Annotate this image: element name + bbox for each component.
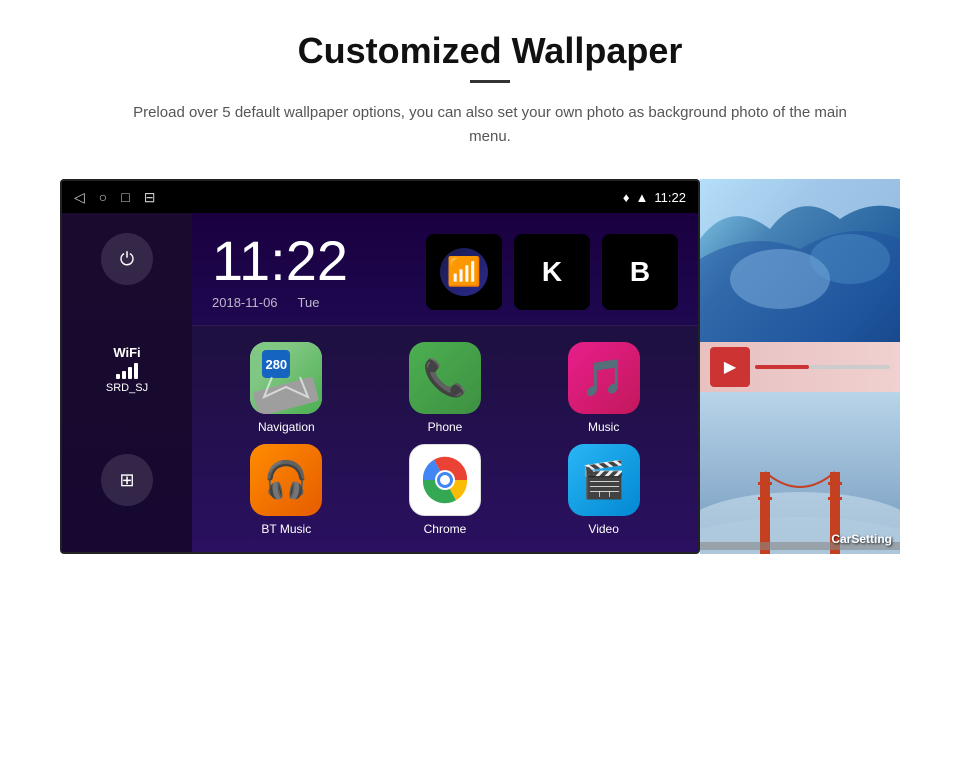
wifi-bar-4 — [134, 363, 138, 379]
status-bar-right: ♦ ▲ 11:22 — [623, 190, 686, 205]
app-bt-music[interactable]: 🎧 BT Music — [212, 444, 361, 536]
ice-wallpaper-bg — [700, 179, 900, 342]
bt-icon: 🎧 — [250, 444, 322, 516]
k-widget[interactable]: K — [514, 234, 590, 310]
wifi-bars — [116, 363, 138, 379]
bt-label: BT Music — [261, 522, 311, 536]
wallpaper-ice[interactable] — [700, 179, 900, 342]
progress-bar — [755, 365, 890, 369]
wifi-bar-2 — [122, 371, 126, 379]
wifi-signal-icon: ▲ — [636, 190, 649, 205]
main-content: ⏻ WiFi SRD_SJ ⊞ — [62, 213, 698, 552]
wifi-label: WiFi — [113, 345, 140, 360]
video-icon: 🎬 — [568, 444, 640, 516]
page-description: Preload over 5 default wallpaper options… — [130, 101, 850, 149]
wallpaper-panels: ▶ — [700, 179, 900, 554]
gallery-icon[interactable]: ⊟ — [144, 189, 156, 206]
home-icon[interactable]: ○ — [99, 189, 107, 205]
recent-icon[interactable]: □ — [121, 189, 129, 205]
screen-area: ◁ ○ □ ⊟ ♦ ▲ 11:22 ⏻ — [60, 179, 920, 554]
music-icon: 🎵 — [568, 342, 640, 414]
clock-info: 11:22 2018-11-06 Tue — [212, 233, 348, 310]
chrome-icon — [409, 444, 481, 516]
back-icon[interactable]: ◁ — [74, 189, 85, 206]
wallpaper-bridge[interactable]: CarSetting — [700, 392, 900, 555]
video-label: Video — [588, 522, 618, 536]
b-widget[interactable]: B — [602, 234, 678, 310]
bt-symbol: 🎧 — [264, 459, 309, 501]
left-sidebar: ⏻ WiFi SRD_SJ ⊞ — [62, 213, 192, 552]
phone-label: Phone — [428, 420, 463, 434]
signal-wave-icon: 📶 — [447, 255, 482, 288]
progress-fill — [755, 365, 809, 369]
wifi-signal-widget: 📶 — [440, 248, 488, 296]
clock-day: Tue — [298, 295, 320, 310]
wifi-bar-1 — [116, 374, 120, 379]
center-area: 11:22 2018-11-06 Tue 📶 — [192, 213, 698, 552]
video-symbol: 🎬 — [581, 459, 626, 501]
phone-symbol: 📞 — [423, 357, 468, 399]
apps-grid-icon: ⊞ — [119, 470, 134, 491]
apps-button[interactable]: ⊞ — [101, 454, 153, 506]
music-symbol: 🎵 — [581, 357, 626, 399]
k-label: K — [542, 256, 562, 288]
navigation-label: Navigation — [258, 420, 315, 434]
app-music[interactable]: 🎵 Music — [529, 342, 678, 434]
wifi-network: SRD_SJ — [106, 382, 148, 394]
b-label: B — [630, 256, 650, 288]
wifi-bar-3 — [128, 367, 132, 379]
title-divider — [470, 80, 510, 83]
clock-time: 11:22 — [212, 233, 348, 289]
status-time: 11:22 — [654, 190, 686, 205]
android-screen: ◁ ○ □ ⊟ ♦ ▲ 11:22 ⏻ — [60, 179, 700, 554]
status-bar: ◁ ○ □ ⊟ ♦ ▲ 11:22 — [62, 181, 698, 213]
navigation-icon: 280 — [250, 342, 322, 414]
chrome-svg — [421, 456, 469, 504]
music-widget-icon: ▶ — [710, 347, 750, 387]
location-icon: ♦ — [623, 190, 630, 205]
music-label: Music — [588, 420, 619, 434]
app-video[interactable]: 🎬 Video — [529, 444, 678, 536]
chrome-label: Chrome — [424, 522, 467, 536]
music-widget-symbol: ▶ — [724, 357, 736, 377]
app-grid: 280 Navigation 📞 — [192, 326, 698, 552]
page-wrapper: Customized Wallpaper Preload over 5 defa… — [0, 0, 980, 574]
phone-icon: 📞 — [409, 342, 481, 414]
app-navigation[interactable]: 280 Navigation — [212, 342, 361, 434]
clock-section: 11:22 2018-11-06 Tue 📶 — [192, 213, 698, 326]
power-icon: ⏻ — [120, 249, 134, 270]
app-phone[interactable]: 📞 Phone — [371, 342, 520, 434]
page-title: Customized Wallpaper — [298, 30, 683, 72]
app-chrome[interactable]: Chrome — [371, 444, 520, 536]
clock-date-value: 2018-11-06 — [212, 295, 278, 310]
clock-date: 2018-11-06 Tue — [212, 295, 348, 310]
power-button[interactable]: ⏻ — [101, 233, 153, 285]
wallpaper-bridge-label: CarSetting — [831, 532, 892, 546]
clock-widgets: 📶 K B — [426, 234, 678, 310]
status-bar-left: ◁ ○ □ ⊟ — [74, 189, 155, 206]
signal-widget[interactable]: 📶 — [426, 234, 502, 310]
music-widget-panel: ▶ — [700, 342, 900, 392]
wifi-info: WiFi SRD_SJ — [106, 345, 148, 394]
